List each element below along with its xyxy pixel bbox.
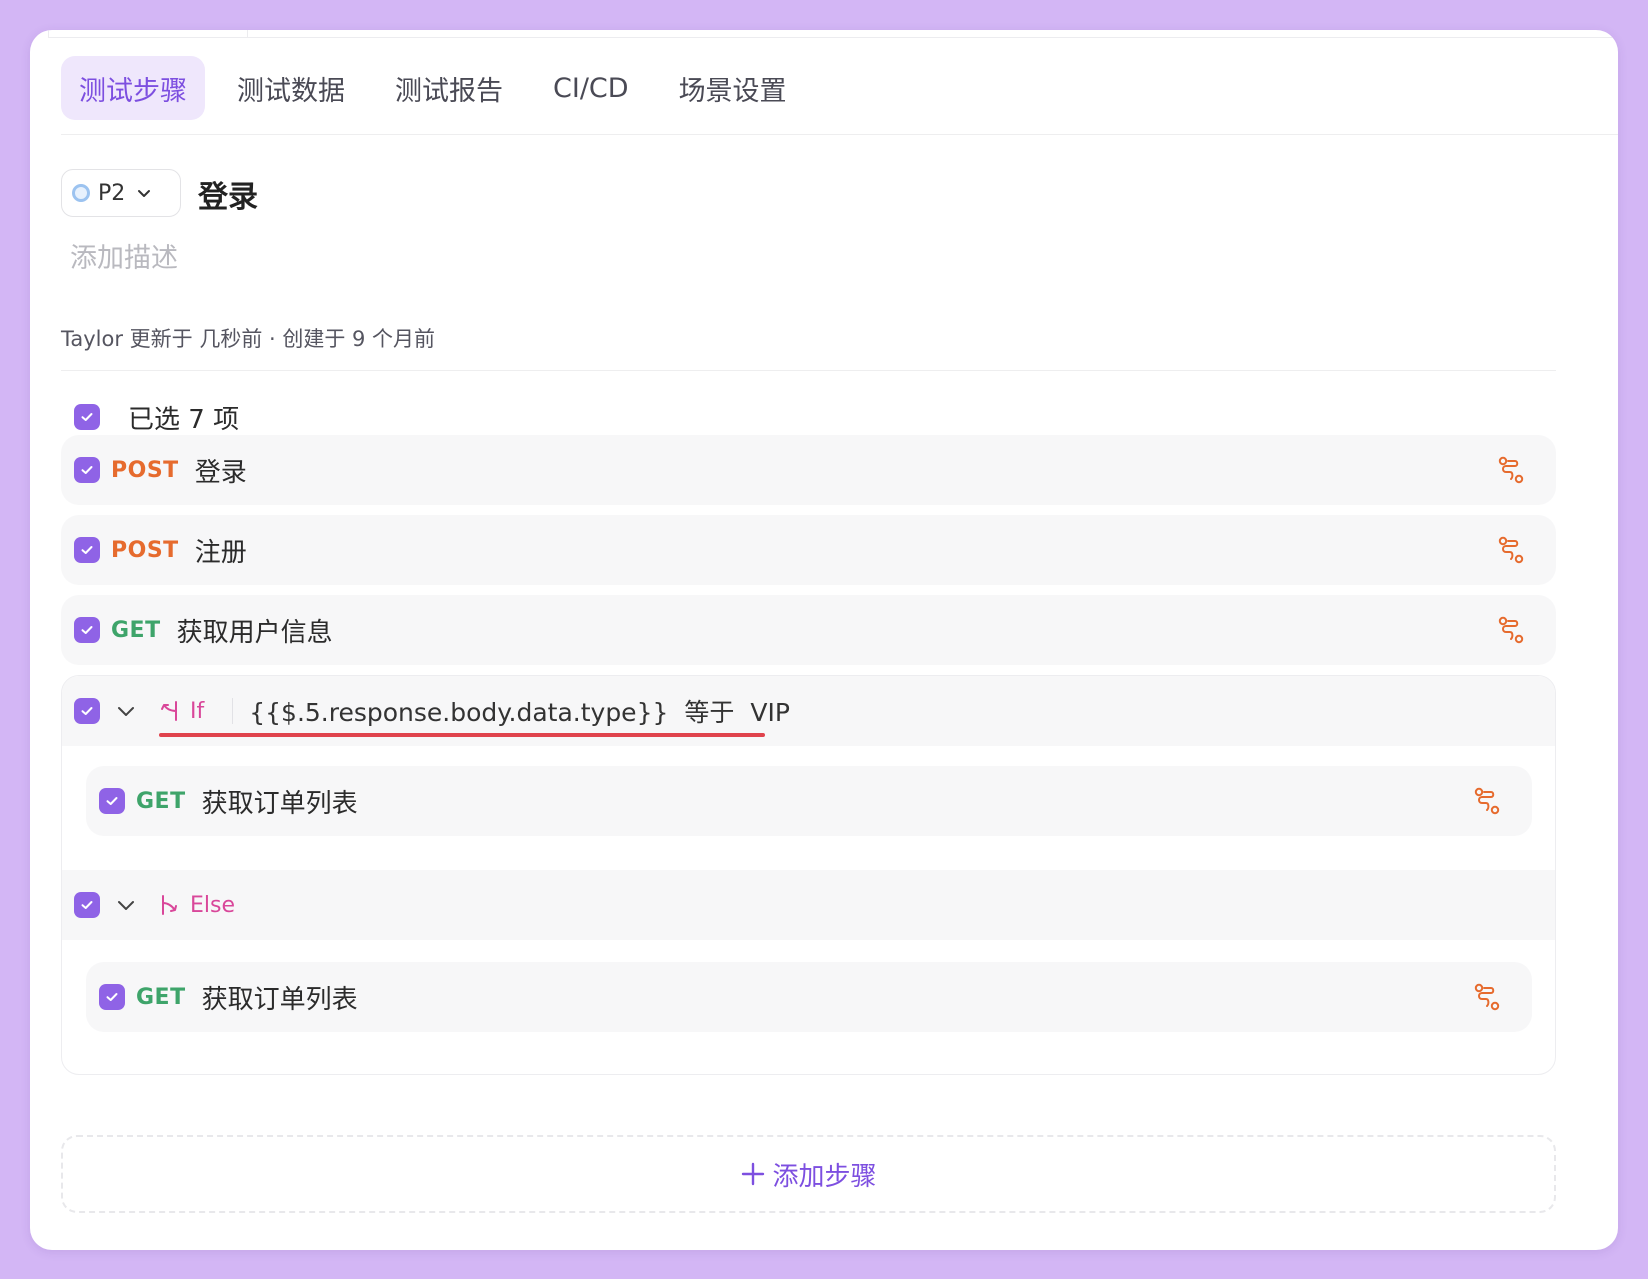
tab-test-report[interactable]: 测试报告 <box>377 56 521 120</box>
else-keyword: Else <box>190 892 236 918</box>
else-branch-label: Else <box>158 893 235 918</box>
tab-cicd[interactable]: CI/CD <box>535 56 647 120</box>
step-checkbox[interactable] <box>99 788 125 814</box>
tabs-divider <box>61 134 1618 135</box>
step-name: 获取用户信息 <box>176 617 333 648</box>
check-icon <box>106 993 118 1001</box>
if-branch-label: If <box>158 699 204 724</box>
add-step-button[interactable]: 添加步骤 <box>61 1135 1556 1213</box>
route-icon[interactable] <box>1472 786 1502 816</box>
check-icon <box>81 546 93 554</box>
tab-test-steps[interactable]: 测试步骤 <box>61 56 205 120</box>
route-icon[interactable] <box>1472 982 1502 1012</box>
condition-operator: 等于 <box>684 698 735 727</box>
check-icon <box>81 901 93 909</box>
http-method-badge: POST <box>111 457 179 483</box>
plus-icon <box>742 1162 765 1186</box>
tab-bar: 测试步骤 测试数据 测试报告 CI/CD 场景设置 <box>61 56 819 120</box>
top-divider <box>48 37 1618 38</box>
add-step-label: 添加步骤 <box>772 1161 877 1192</box>
check-icon <box>81 466 93 474</box>
description-input[interactable]: 添加描述 <box>70 236 178 275</box>
condition-underline <box>159 733 765 737</box>
scenario-card: 测试步骤 测试数据 测试报告 CI/CD 场景设置 P2 登录 添加描述 Tay… <box>30 30 1618 1250</box>
top-tab-edge <box>48 30 248 38</box>
step-name: 获取订单列表 <box>201 984 358 1015</box>
if-keyword: If <box>190 698 205 724</box>
if-branch-checkbox[interactable] <box>74 698 100 724</box>
step-row[interactable]: GET 获取订单列表 <box>86 766 1532 836</box>
selected-count: 已选 7 项 <box>128 404 240 435</box>
collapse-caret-icon[interactable] <box>114 699 138 723</box>
step-name: 获取订单列表 <box>201 788 358 819</box>
condition-value: VIP <box>750 698 790 727</box>
step-checkbox[interactable] <box>99 984 125 1010</box>
condition-variable: {{$.5.response.body.data.type}} <box>249 698 669 727</box>
http-method-badge: POST <box>111 537 179 563</box>
select-all-checkbox[interactable] <box>74 404 100 430</box>
select-all-row: 已选 7 项 <box>74 395 239 439</box>
collapse-caret-icon[interactable] <box>114 893 138 917</box>
if-branch-header[interactable]: If {{$.5.response.body.data.type}} 等于 VIP <box>62 676 1555 746</box>
route-icon[interactable] <box>1496 455 1526 485</box>
meta-divider <box>61 370 1556 371</box>
route-icon[interactable] <box>1496 535 1526 565</box>
condition-group: If {{$.5.response.body.data.type}} 等于 VIP … <box>61 675 1556 1075</box>
http-method-badge: GET <box>136 984 186 1010</box>
step-row[interactable]: POST 登录 <box>61 435 1556 505</box>
check-icon <box>81 707 93 715</box>
branch-separator <box>232 698 234 724</box>
step-name: 登录 <box>194 457 247 488</box>
check-icon <box>81 413 93 421</box>
condition-expression[interactable]: {{$.5.response.body.data.type}} 等于 VIP <box>249 693 790 729</box>
step-row[interactable]: GET 获取订单列表 <box>86 962 1532 1032</box>
priority-dot-icon <box>72 184 90 202</box>
priority-select[interactable]: P2 <box>61 169 181 217</box>
else-branch-header[interactable]: Else <box>62 870 1555 940</box>
priority-value: P2 <box>98 180 126 206</box>
chevron-down-icon <box>138 190 151 197</box>
tab-test-data[interactable]: 测试数据 <box>219 56 363 120</box>
scenario-meta: Taylor 更新于 几秒前 · 创建于 9 个月前 <box>61 327 436 351</box>
else-branch-checkbox[interactable] <box>74 892 100 918</box>
step-row[interactable]: GET 获取用户信息 <box>61 595 1556 665</box>
step-checkbox[interactable] <box>74 457 100 483</box>
step-row[interactable]: POST 注册 <box>61 515 1556 585</box>
branch-else-icon <box>162 895 177 915</box>
http-method-badge: GET <box>136 788 186 814</box>
tab-scenario-settings[interactable]: 场景设置 <box>661 56 805 120</box>
step-checkbox[interactable] <box>74 537 100 563</box>
scenario-title[interactable]: 登录 <box>198 170 258 218</box>
http-method-badge: GET <box>111 617 161 643</box>
check-icon <box>106 797 118 805</box>
check-icon <box>81 626 93 634</box>
route-icon[interactable] <box>1496 615 1526 645</box>
branch-if-icon <box>161 701 177 721</box>
step-checkbox[interactable] <box>74 617 100 643</box>
step-name: 注册 <box>194 537 247 568</box>
